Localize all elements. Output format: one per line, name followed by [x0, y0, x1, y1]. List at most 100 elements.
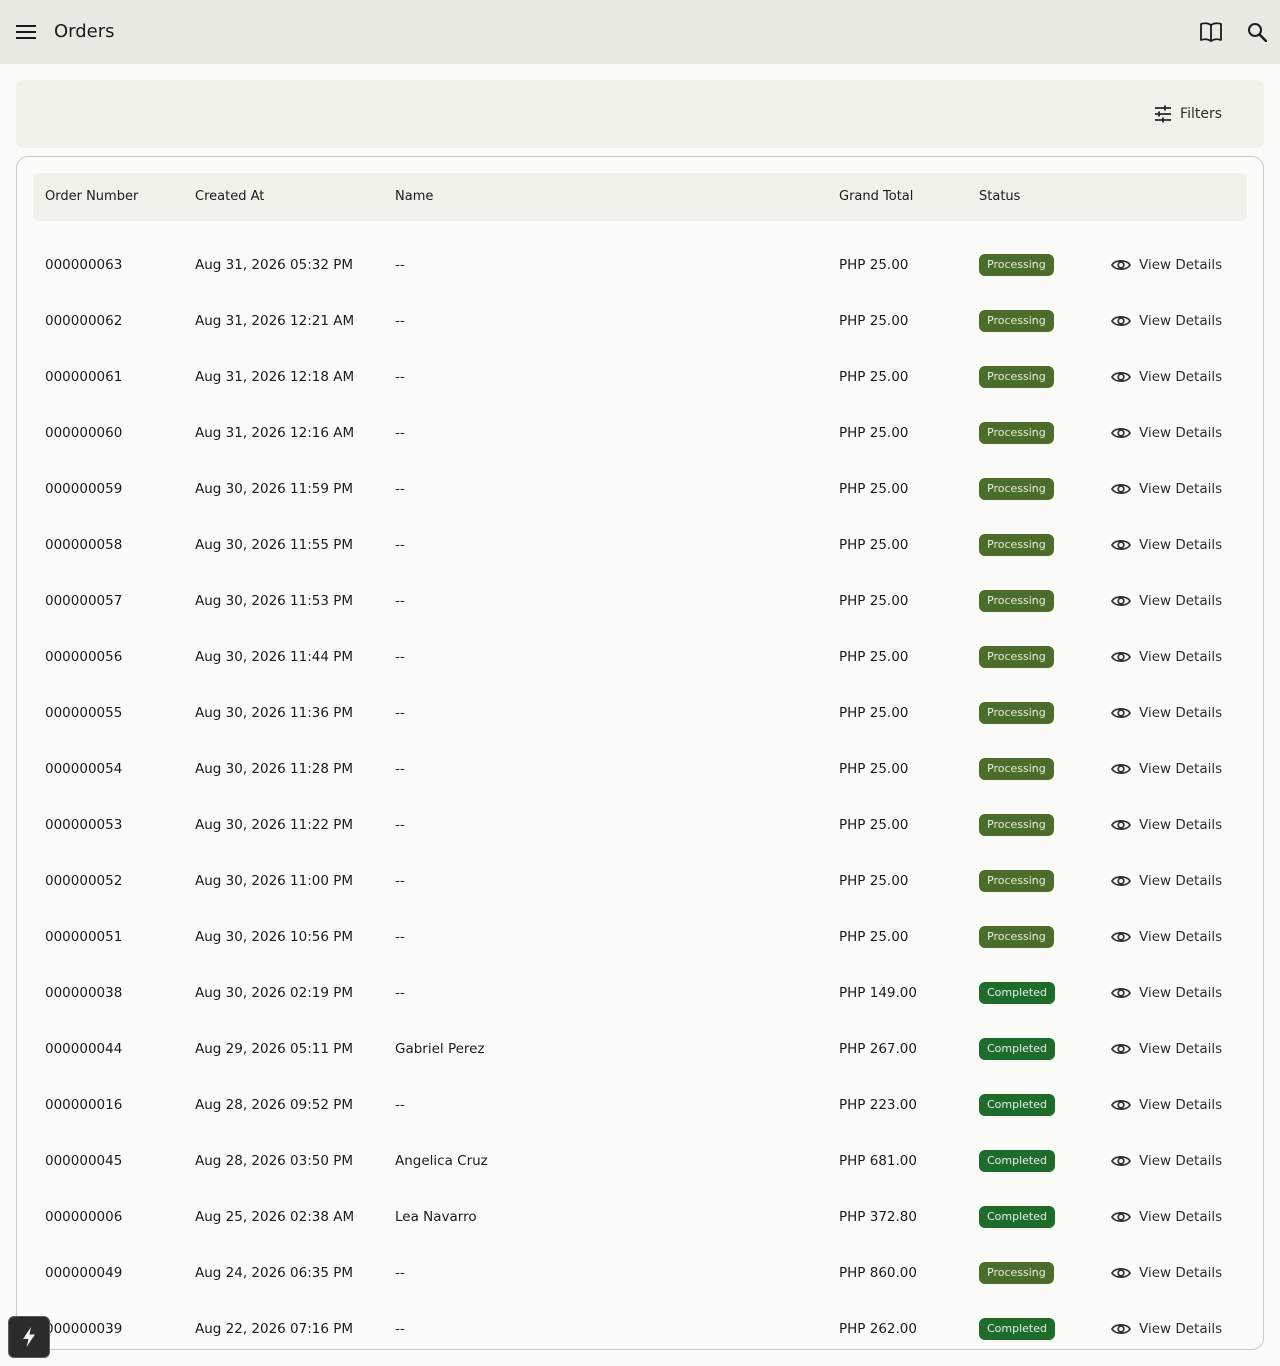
filters-label: Filters [1180, 106, 1222, 122]
table-row: 000000045 Aug 28, 2026 03:50 PM Angelica C… [17, 1133, 1263, 1189]
view-details-label: View Details [1139, 313, 1223, 329]
view-details-button[interactable]: View Details [1103, 305, 1230, 337]
table-row: 000000044 Aug 29, 2026 05:11 PM Gabriel Pe… [17, 1021, 1263, 1077]
quick-action-button[interactable] [8, 1316, 50, 1358]
order-number-cell: 000000055 [45, 705, 123, 721]
view-details-button[interactable]: View Details [1103, 1145, 1230, 1177]
eye-icon [1111, 1156, 1131, 1166]
view-details-button[interactable]: View Details [1103, 1257, 1230, 1289]
column-header-status[interactable]: Status [979, 173, 1020, 221]
grand-total-cell: PHP 262.00 [839, 1321, 917, 1337]
tune-icon [1155, 105, 1172, 123]
view-details-button[interactable]: View Details [1103, 641, 1230, 673]
view-details-button[interactable]: View Details [1103, 473, 1230, 505]
created-at-cell: Aug 31, 2026 12:16 AM [195, 425, 355, 441]
status-badge: Processing [979, 366, 1054, 388]
view-details-button[interactable]: View Details [1103, 753, 1230, 785]
page-title: Orders [54, 21, 115, 42]
created-at-cell: Aug 30, 2026 11:28 PM [195, 761, 354, 777]
view-details-button[interactable]: View Details [1103, 417, 1230, 449]
name-cell: -- [395, 873, 405, 889]
view-details-button[interactable]: View Details [1103, 921, 1230, 953]
status-badge: Processing [979, 534, 1054, 556]
filters-button[interactable]: Filters [1142, 98, 1234, 130]
view-details-label: View Details [1139, 817, 1223, 833]
name-cell: -- [395, 705, 405, 721]
view-details-label: View Details [1139, 761, 1223, 777]
eye-icon [1111, 932, 1131, 942]
eye-icon [1111, 596, 1131, 606]
created-at-cell: Aug 30, 2026 11:22 PM [195, 817, 354, 833]
order-number-cell: 000000051 [45, 929, 123, 945]
column-header-order-number[interactable]: Order Number [45, 173, 138, 221]
name-cell: -- [395, 369, 405, 385]
view-details-label: View Details [1139, 1321, 1223, 1337]
table-row: 000000016 Aug 28, 2026 09:52 PM -- PHP 223.… [17, 1077, 1263, 1133]
grand-total-cell: PHP 25.00 [839, 929, 909, 945]
created-at-cell: Aug 30, 2026 11:59 PM [195, 481, 354, 497]
name-cell: -- [395, 313, 405, 329]
top-app-bar: Orders [0, 0, 1280, 64]
grand-total-cell: PHP 25.00 [839, 257, 909, 273]
view-details-button[interactable]: View Details [1103, 1033, 1230, 1065]
column-header-grand-total[interactable]: Grand Total [839, 173, 913, 221]
order-number-cell: 000000053 [45, 817, 123, 833]
created-at-cell: Aug 30, 2026 11:00 PM [195, 873, 354, 889]
column-header-created-at[interactable]: Created At [195, 173, 264, 221]
created-at-cell: Aug 28, 2026 09:52 PM [195, 1097, 354, 1113]
grand-total-cell: PHP 25.00 [839, 593, 909, 609]
status-badge: Processing [979, 926, 1054, 948]
search-button[interactable] [1239, 14, 1275, 50]
grand-total-cell: PHP 860.00 [839, 1265, 917, 1281]
table-row: 000000057 Aug 30, 2026 11:53 PM -- PHP 25.0… [17, 573, 1263, 629]
created-at-cell: Aug 31, 2026 12:21 AM [195, 313, 355, 329]
table-row: 000000056 Aug 30, 2026 11:44 PM -- PHP 25.0… [17, 629, 1263, 685]
bolt-icon [23, 1327, 35, 1347]
view-details-button[interactable]: View Details [1103, 585, 1230, 617]
order-number-cell: 000000054 [45, 761, 123, 777]
view-details-button[interactable]: View Details [1103, 1089, 1230, 1121]
view-details-button[interactable]: View Details [1103, 809, 1230, 841]
view-details-label: View Details [1139, 257, 1223, 273]
order-number-cell: 000000058 [45, 537, 123, 553]
grand-total-cell: PHP 25.00 [839, 481, 909, 497]
name-cell: Angelica Cruz [395, 1153, 488, 1169]
view-details-button[interactable]: View Details [1103, 1201, 1230, 1233]
view-details-button[interactable]: View Details [1103, 529, 1230, 561]
docs-button[interactable] [1193, 14, 1229, 50]
column-header-name[interactable]: Name [395, 173, 433, 221]
view-details-button[interactable]: View Details [1103, 361, 1230, 393]
table-row: 000000063 Aug 31, 2026 05:32 PM -- PHP 25.0… [17, 237, 1263, 293]
order-number-cell: 000000006 [45, 1209, 123, 1225]
view-details-button[interactable]: View Details [1103, 249, 1230, 281]
menu-button[interactable] [8, 14, 44, 50]
order-number-cell: 000000060 [45, 425, 123, 441]
table-row: 000000058 Aug 30, 2026 11:55 PM -- PHP 25.0… [17, 517, 1263, 573]
name-cell: -- [395, 537, 405, 553]
view-details-button[interactable]: View Details [1103, 865, 1230, 897]
view-details-label: View Details [1139, 481, 1223, 497]
table-row: 000000055 Aug 30, 2026 11:36 PM -- PHP 25.0… [17, 685, 1263, 741]
status-badge: Processing [979, 758, 1054, 780]
orders-table: Order Number Created At Name Grand Total… [16, 156, 1264, 1350]
eye-icon [1111, 428, 1131, 438]
grand-total-cell: PHP 25.00 [839, 313, 909, 329]
view-details-button[interactable]: View Details [1103, 1313, 1230, 1345]
status-badge: Processing [979, 1262, 1054, 1284]
status-badge: Processing [979, 422, 1054, 444]
status-badge: Completed [979, 1318, 1055, 1340]
view-details-button[interactable]: View Details [1103, 977, 1230, 1009]
order-number-cell: 000000063 [45, 257, 123, 273]
view-details-label: View Details [1139, 985, 1223, 1001]
view-details-label: View Details [1139, 1041, 1223, 1057]
created-at-cell: Aug 30, 2026 11:55 PM [195, 537, 354, 553]
name-cell: -- [395, 929, 405, 945]
eye-icon [1111, 708, 1131, 718]
grand-total-cell: PHP 267.00 [839, 1041, 917, 1057]
eye-icon [1111, 372, 1131, 382]
table-row: 000000038 Aug 30, 2026 02:19 PM -- PHP 149.… [17, 965, 1263, 1021]
created-at-cell: Aug 29, 2026 05:11 PM [195, 1041, 354, 1057]
view-details-button[interactable]: View Details [1103, 697, 1230, 729]
order-number-cell: 000000052 [45, 873, 123, 889]
grand-total-cell: PHP 25.00 [839, 425, 909, 441]
